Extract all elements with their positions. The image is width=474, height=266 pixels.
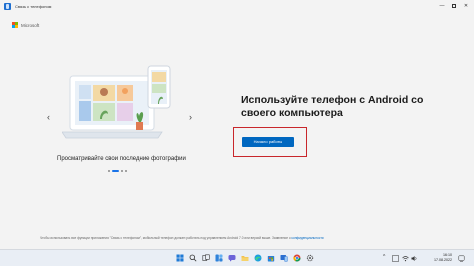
microsoft-logo-icon	[12, 22, 18, 28]
microsoft-brand: Microsoft	[12, 22, 39, 28]
widgets-icon[interactable]	[215, 254, 223, 262]
start-icon[interactable]	[176, 254, 184, 262]
pot	[136, 122, 143, 130]
close-button[interactable]: ✕	[460, 0, 472, 12]
carousel-caption: Просматривайте свои последние фотографии	[57, 156, 186, 162]
pager-dot-active[interactable]	[112, 170, 119, 172]
chat-icon[interactable]	[228, 254, 236, 262]
footer-note: Чтобы использовать все функции приложени…	[40, 236, 440, 240]
edge-icon[interactable]	[254, 254, 262, 262]
pager-dot[interactable]	[121, 170, 123, 172]
title-bar: Связь с телефоном — ✕	[0, 0, 474, 12]
logo-square-yellow	[15, 25, 18, 28]
photo-tile-6	[117, 103, 133, 121]
laptop-phone-photos-illustration	[62, 65, 171, 139]
photo-person-1	[100, 88, 108, 96]
phone-photo-1	[152, 72, 166, 82]
photo-sun	[122, 88, 128, 94]
brand-name: Microsoft	[21, 22, 40, 28]
search-icon[interactable]	[189, 254, 197, 262]
main-headline: Используйте телефон с Android со своего …	[241, 94, 424, 119]
phone-photo-2	[152, 84, 166, 93]
notification-icon[interactable]	[458, 255, 465, 262]
carousel-prev-button[interactable]: ‹	[47, 113, 50, 122]
privacy-link[interactable]: конфиденциальности	[292, 236, 324, 240]
settings-icon[interactable]	[306, 254, 314, 262]
carousel-pager	[108, 170, 127, 172]
laptop-base	[62, 131, 163, 139]
system-clock[interactable]: 16:10 17.08.2022	[426, 253, 452, 263]
photo-tile-4	[79, 101, 91, 121]
photo-tile-1	[79, 85, 91, 99]
language-icon[interactable]	[392, 255, 399, 262]
maximize-button[interactable]	[448, 0, 460, 12]
phone-link-window: Связь с телефоном — ✕ Microsoft ‹ › Прос…	[0, 0, 474, 266]
phone-link-app-icon	[4, 2, 11, 10]
footer-text: Чтобы использовать все функции приложени…	[40, 236, 292, 240]
volume-icon[interactable]	[411, 255, 418, 262]
minimize-button[interactable]: —	[436, 0, 448, 12]
pager-dot[interactable]	[125, 170, 127, 172]
tray-overflow-chevron-icon[interactable]: ^	[383, 254, 385, 260]
wifi-icon[interactable]	[402, 255, 409, 262]
clock-date: 17.08.2022	[434, 258, 452, 262]
task-view-icon[interactable]	[202, 254, 210, 262]
maximize-icon	[452, 3, 456, 8]
pager-dot[interactable]	[108, 170, 110, 172]
chrome-icon[interactable]	[293, 254, 301, 262]
taskbar: ^ 16:10 17.08.2022	[0, 249, 474, 266]
carousel-next-button[interactable]: ›	[189, 113, 192, 122]
phone-link-icon[interactable]	[280, 254, 288, 262]
get-started-button[interactable]: Начало работы	[242, 137, 294, 147]
store-icon[interactable]	[267, 254, 275, 262]
file-explorer-icon[interactable]	[241, 254, 249, 262]
window-title: Связь с телефоном	[15, 3, 52, 9]
